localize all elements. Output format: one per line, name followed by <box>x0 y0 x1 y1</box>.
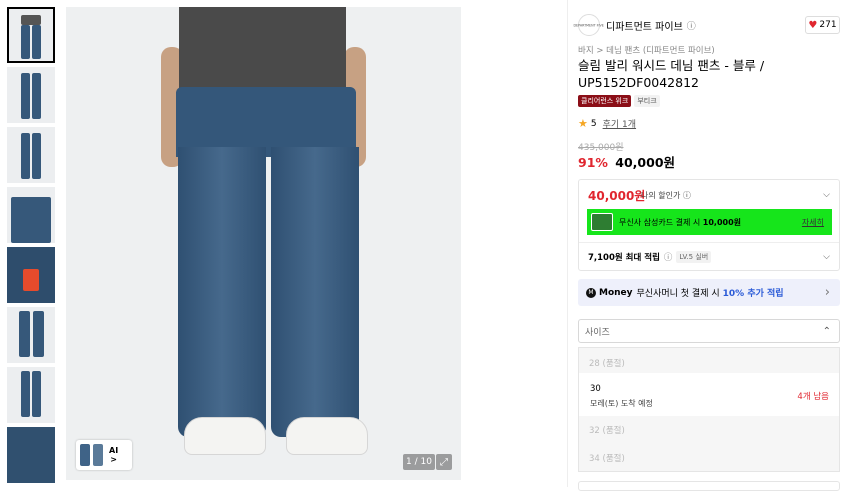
card-icon <box>591 213 613 231</box>
sale-price: 40,000원 <box>615 155 676 170</box>
rating-value: 5 <box>590 118 597 129</box>
like-button[interactable]: ♥ 271 <box>805 16 840 34</box>
thumb-leg <box>19 311 30 357</box>
jeans-left-leg <box>178 147 266 437</box>
money-text: 무신사머니 첫 결제 시 <box>636 289 720 299</box>
thumb-detail <box>11 197 51 243</box>
card-promo-banner[interactable]: 무신사 삼성카드 결제 시 10,000원 자세히 <box>587 209 832 235</box>
size-options-list: 28 (품절) 30 모레(토) 도착 예정 4개 남음 32 (품절) 34 … <box>578 347 840 472</box>
points-text: 7,100원 최대 적립 <box>588 253 660 263</box>
heart-icon: ♥ <box>808 19 818 31</box>
thumb-leg <box>32 25 41 59</box>
image-counter: 1 / 10 <box>403 454 435 470</box>
product-title: 슬림 발리 워시드 데님 팬츠 - 블루 / UP5152DF0042812 <box>578 58 765 90</box>
main-product-image[interactable]: AI > 1 / 10 ⤢ <box>66 7 461 480</box>
chevron-up-icon: ⌃ <box>822 325 831 337</box>
my-price: 40,000원 <box>588 189 646 203</box>
thumb-leg <box>32 73 41 119</box>
price-benefit-box: 40,000원 나의 할인가 ⓘ ⌵ 무신사 삼성카드 결제 시 10,000원… <box>578 179 840 271</box>
star-icon: ★ <box>578 117 588 130</box>
ai-fitting-button[interactable]: AI > <box>76 440 132 470</box>
model-shirt <box>179 7 346 93</box>
thumb-label <box>23 269 39 291</box>
level-badge: LV.5 실버 <box>676 251 712 263</box>
thumb-shirt <box>21 15 41 25</box>
thumb-leg <box>32 371 41 417</box>
ai-thumb <box>80 444 90 466</box>
expand-icon[interactable]: ⤢ <box>436 454 452 470</box>
size-option-32: 32 (품절) <box>589 426 625 436</box>
brand-logo[interactable]: DEPARTMENT FIVE <box>574 14 604 36</box>
thumbnail-5[interactable] <box>7 247 55 303</box>
info-icon[interactable]: ⓘ <box>683 191 691 200</box>
promo-detail-link[interactable]: 자세히 <box>802 217 824 228</box>
money-brand: Money <box>599 287 633 298</box>
info-icon[interactable]: ⓘ <box>664 251 673 263</box>
thumbnail-1[interactable] <box>7 7 55 63</box>
thumb-leg <box>32 133 41 179</box>
thumb-leg <box>21 73 30 119</box>
size-value: 30 <box>590 384 601 394</box>
tag-clearance: 클리어런스 위크 <box>578 95 632 107</box>
thumb-leg <box>21 25 30 59</box>
thumbnail-6[interactable] <box>7 307 55 363</box>
quantity-box <box>578 481 840 491</box>
thumb-leg <box>21 133 30 179</box>
thumb-leg <box>33 311 44 357</box>
chevron-down-icon[interactable]: ⌵ <box>823 190 830 200</box>
ai-thumb <box>93 444 103 466</box>
thumbnail-list <box>7 7 55 487</box>
right-sneaker <box>286 417 368 455</box>
thumb-leg <box>21 371 30 417</box>
size-option-30[interactable]: 30 모레(토) 도착 예정 4개 남음 <box>579 373 839 416</box>
thumbnail-3[interactable] <box>7 127 55 183</box>
delivery-estimate: 모레(토) 도착 예정 <box>590 399 653 408</box>
money-promo-banner[interactable]: M Money 무신사머니 첫 결제 시 10% 추가 적립 › <box>578 279 840 306</box>
money-icon: M <box>586 287 596 298</box>
jeans-right-leg <box>271 147 359 437</box>
tag-boutique: 부티크 <box>634 95 660 107</box>
discount-rate: 91% <box>578 155 608 170</box>
my-price-label: 나의 할인가 ⓘ <box>641 191 691 200</box>
breadcrumb[interactable]: 바지 > 데님 팬츠 (디파트먼트 파이브) <box>578 44 715 56</box>
chevron-right-icon: › <box>824 285 830 300</box>
review-link[interactable]: 후기 1개 <box>603 117 636 130</box>
chevron-down-icon[interactable]: ⌵ <box>823 252 830 262</box>
product-tags: 클리어런스 위크 부티크 <box>578 95 660 107</box>
money-highlight: 10% 추가 적립 <box>722 289 784 299</box>
size-option-34: 34 (품절) <box>589 454 625 464</box>
thumbnail-7[interactable] <box>7 367 55 423</box>
size-option-28: 28 (품절) <box>589 359 625 369</box>
divider <box>579 242 839 243</box>
like-count: 271 <box>819 20 837 30</box>
size-select[interactable]: 사이즈 ⌃ <box>578 319 840 343</box>
thumbnail-8[interactable] <box>7 427 55 483</box>
brand-name[interactable]: 디파트먼트 파이브 <box>606 18 683 33</box>
price-row: 91% 40,000원 <box>578 152 675 171</box>
thumbnail-4[interactable] <box>7 187 55 243</box>
info-icon[interactable]: ⓘ <box>687 19 696 32</box>
stock-remaining: 4개 남음 <box>797 392 829 402</box>
promo-text: 무신사 삼성카드 결제 시 10,000원 <box>619 217 742 227</box>
size-placeholder: 사이즈 <box>585 327 610 338</box>
points-row: 7,100원 최대 적립 ⓘ LV.5 실버 <box>588 251 712 263</box>
thumbnail-2[interactable] <box>7 67 55 123</box>
ai-label: AI > <box>109 446 119 464</box>
rating-row: ★ 5 후기 1개 <box>578 117 636 130</box>
brand-row: DEPARTMENT FIVE 디파트먼트 파이브 ⓘ <box>574 14 840 36</box>
left-sneaker <box>184 417 266 455</box>
